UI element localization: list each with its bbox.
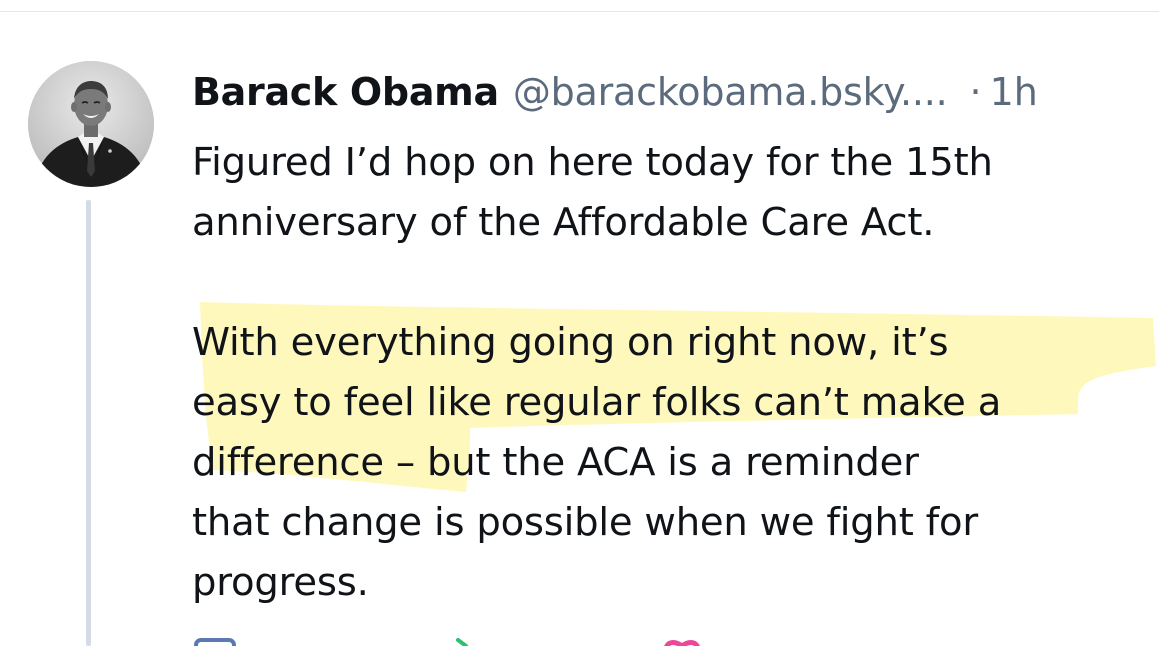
- post-header: Barack Obama @barackobama.bsky.... · 1h: [192, 66, 1038, 118]
- author-display-name[interactable]: Barack Obama: [192, 66, 499, 118]
- post-actions: [192, 636, 892, 646]
- post-timestamp[interactable]: 1h: [990, 66, 1038, 118]
- post-text-line: difference – but the ACA is a reminder: [192, 440, 919, 485]
- reply-icon[interactable]: [194, 636, 238, 646]
- repost-icon[interactable]: [454, 636, 474, 646]
- post-text-line: easy to feel like regular folks can’t ma…: [192, 380, 1002, 425]
- post-text-line: that change is possible when we fight fo…: [192, 500, 978, 545]
- avatar-photo-icon: [28, 61, 154, 187]
- post-text: Figured I’d hop on here today for the 15…: [192, 133, 1152, 613]
- author-handle[interactable]: @barackobama.bsky....: [513, 66, 948, 118]
- post-view: Barack Obama @barackobama.bsky.... · 1h …: [0, 0, 1159, 646]
- post-text-line: progress.: [192, 560, 369, 605]
- separator-dot: ·: [969, 70, 982, 114]
- thread-line: [86, 200, 91, 646]
- post-text-line: With everything going on right now, it’s: [192, 320, 949, 365]
- author-avatar[interactable]: [28, 61, 154, 187]
- post-text-blank-line: [192, 253, 1152, 313]
- top-divider: [0, 11, 1159, 12]
- heart-icon[interactable]: [662, 636, 702, 646]
- post-text-line: Figured I’d hop on here today for the 15…: [192, 140, 993, 185]
- post-text-line: anniversary of the Affordable Care Act.: [192, 200, 935, 245]
